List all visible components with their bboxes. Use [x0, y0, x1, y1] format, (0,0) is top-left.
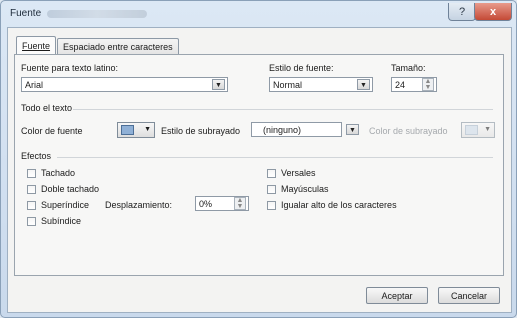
underline-style-value: (ninguno) — [263, 125, 302, 135]
chevron-down-icon[interactable]: ▼ — [212, 79, 225, 90]
underline-style-label: Estilo de subrayado — [161, 126, 241, 136]
font-style-combobox[interactable]: Normal ▼ — [269, 77, 373, 92]
font-color-label: Color de fuente — [21, 126, 83, 136]
all-caps-checkbox[interactable] — [267, 185, 276, 194]
close-icon: x — [489, 5, 497, 18]
dialog-content: Fuente Espaciado entre caracteres Fuente… — [7, 27, 512, 313]
font-family-combobox[interactable]: Arial ▼ — [21, 77, 228, 92]
font-color-button[interactable]: ▼ — [117, 122, 155, 138]
font-family-value: Arial — [25, 80, 44, 90]
help-button[interactable]: ? — [448, 3, 476, 21]
double-strikethrough-checkbox[interactable] — [27, 185, 36, 194]
offset-input[interactable]: 0% ▲ ▼ — [195, 196, 249, 211]
section-divider — [73, 109, 493, 110]
subscript-label: Subíndice — [41, 216, 82, 226]
underline-color-swatch-icon — [465, 125, 478, 135]
font-style-value: Normal — [273, 80, 303, 90]
font-size-value: 24 — [395, 80, 406, 90]
chevron-down-icon[interactable]: ▼ — [346, 124, 359, 135]
small-caps-label: Versales — [281, 168, 316, 178]
font-color-swatch-icon — [121, 125, 134, 135]
dialog-title: Fuente — [10, 8, 42, 19]
tab-label: Fuente — [22, 41, 51, 51]
equalize-height-label: Igualar alto de los caracteres — [281, 200, 397, 210]
effects-section-label: Efectos — [21, 151, 52, 161]
all-caps-label: Mayúsculas — [281, 184, 329, 194]
chevron-down-icon: ▼ — [144, 126, 151, 133]
offset-label: Desplazamiento: — [105, 200, 173, 210]
tab-label: Espaciado entre caracteres — [63, 42, 173, 52]
underline-color-button[interactable]: ▼ — [461, 122, 495, 138]
all-text-section-label: Todo el texto — [21, 103, 73, 113]
offset-value: 0% — [199, 199, 213, 209]
section-divider — [57, 157, 493, 158]
strikethrough-label: Tachado — [41, 168, 76, 178]
cancel-button[interactable]: Cancelar — [438, 287, 500, 304]
size-spinner-icon[interactable]: ▲ ▼ — [422, 78, 434, 91]
font-style-label: Estilo de fuente: — [269, 63, 334, 73]
font-family-label: Fuente para texto latino: — [21, 63, 119, 73]
tab-fuente[interactable]: Fuente — [16, 36, 57, 55]
superscript-checkbox[interactable] — [27, 201, 36, 210]
strikethrough-checkbox[interactable] — [27, 169, 36, 178]
help-icon: ? — [458, 5, 466, 18]
subscript-checkbox[interactable] — [27, 217, 36, 226]
tab-character-spacing[interactable]: Espaciado entre caracteres — [57, 38, 179, 55]
underline-color-label: Color de subrayado — [369, 126, 448, 136]
tab-panel: Fuente para texto latino: Arial ▼ Estilo… — [14, 54, 504, 276]
close-button[interactable]: x — [474, 3, 512, 21]
offset-spinner-icon[interactable]: ▲ ▼ — [234, 197, 246, 210]
double-strikethrough-label: Doble tachado — [41, 184, 100, 194]
underline-style-combobox[interactable]: (ninguno) ▼ — [251, 122, 359, 137]
chevron-down-icon: ▼ — [484, 126, 491, 133]
equalize-height-checkbox[interactable] — [267, 201, 276, 210]
font-size-input[interactable]: 24 ▲ ▼ — [391, 77, 437, 92]
chevron-down-icon[interactable]: ▼ — [357, 79, 370, 90]
accept-button[interactable]: Aceptar — [366, 287, 428, 304]
tab-strip: Fuente Espaciado entre caracteres — [16, 36, 180, 55]
title-bar-blur — [47, 10, 147, 18]
title-bar: Fuente ? x — [1, 1, 516, 27]
font-size-label: Tamaño: — [391, 63, 426, 73]
small-caps-checkbox[interactable] — [267, 169, 276, 178]
font-dialog: Fuente ? x Fuente Espaciado entre caract… — [0, 0, 517, 318]
superscript-label: Superíndice — [41, 200, 90, 210]
